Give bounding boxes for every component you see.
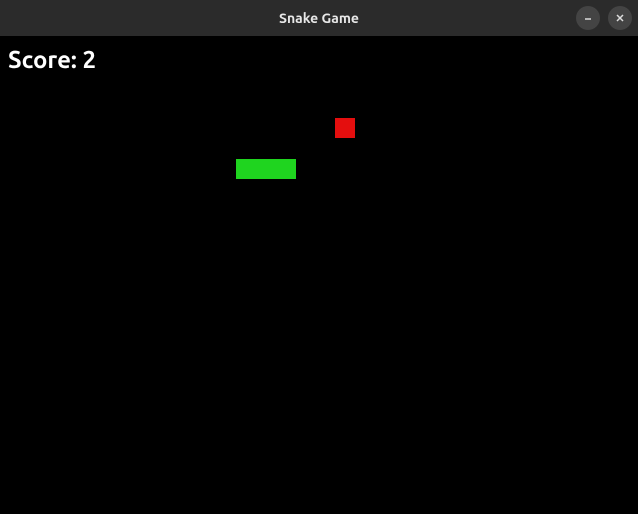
game-canvas[interactable]: Score: 2 (0, 36, 638, 514)
score-value: 2 (83, 46, 97, 73)
close-button[interactable] (608, 6, 632, 30)
window-titlebar: Snake Game (0, 0, 638, 36)
window-title: Snake Game (279, 10, 359, 26)
food (335, 118, 355, 138)
snake-segment (236, 159, 256, 179)
minimize-button[interactable] (576, 6, 600, 30)
score-display: Score: 2 (8, 46, 96, 73)
score-label: Score: (8, 46, 83, 73)
snake-segment (276, 159, 296, 179)
window-controls (576, 6, 632, 30)
close-icon (615, 13, 625, 23)
minimize-icon (583, 13, 593, 23)
snake-segment (256, 159, 276, 179)
